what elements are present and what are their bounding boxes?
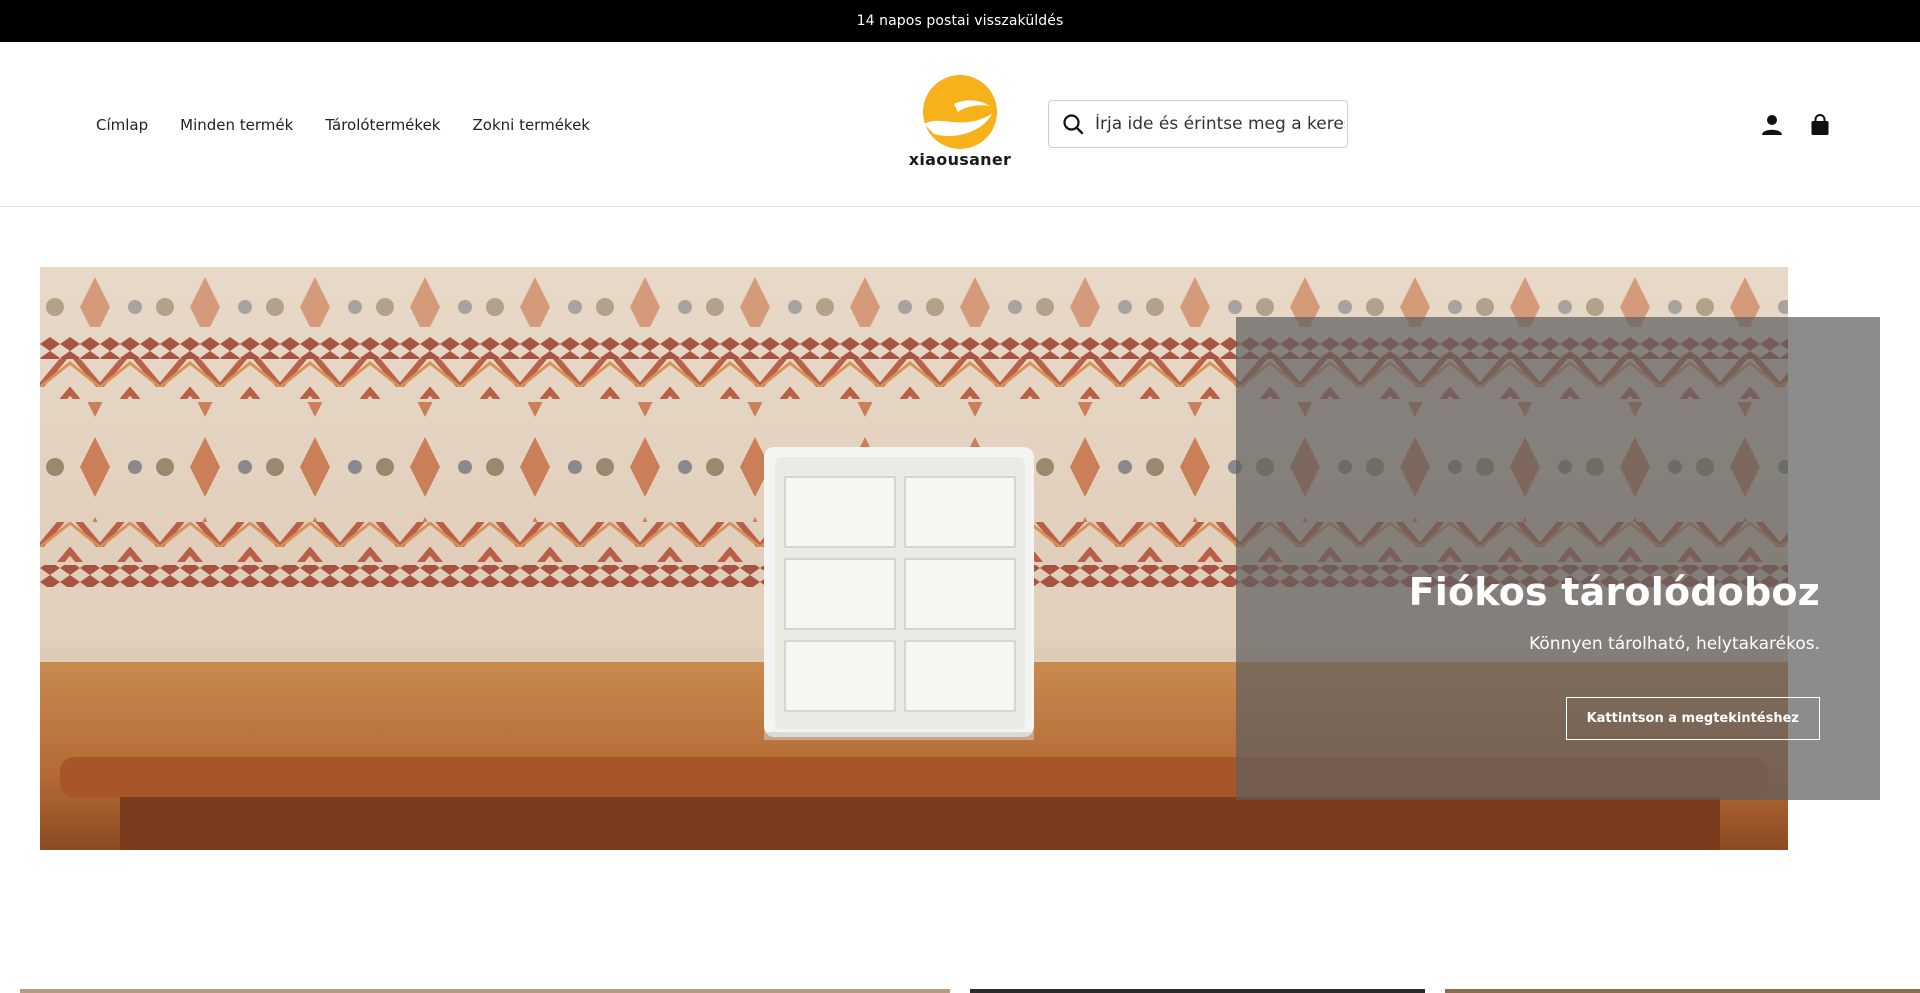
account-icon[interactable] [1759, 112, 1785, 138]
nav-item-storage-products[interactable]: Tárolótermékek [325, 116, 440, 134]
site-header: Címlap Minden termék Tárolótermékek Zokn… [0, 42, 1920, 207]
logo-mark [923, 75, 997, 149]
cart-icon[interactable] [1807, 112, 1833, 138]
main-nav: Címlap Minden termék Tárolótermékek Zokn… [96, 42, 590, 207]
announcement-text: 14 napos postai visszaküldés [856, 13, 1064, 29]
search-icon[interactable] [1061, 112, 1085, 136]
site-logo[interactable]: xiaousaner [908, 74, 1012, 174]
person-icon [1762, 115, 1782, 135]
announcement-bar: 14 napos postai visszaküldés [0, 0, 1920, 42]
hero-title: Fiókos tárolódoboz [1408, 570, 1820, 614]
product-card-peek[interactable] [20, 989, 950, 993]
search-box[interactable] [1048, 100, 1348, 148]
product-card-peek[interactable] [970, 989, 1425, 993]
search-input[interactable] [1095, 114, 1345, 134]
hero-subtitle: Könnyen tárolható, helytakarékos. [1529, 634, 1820, 654]
logo-text: xiaousaner [908, 150, 1012, 169]
shopping-bag-icon [1811, 114, 1829, 135]
hero-cta-button[interactable]: Kattintson a megtekintéshez [1565, 697, 1820, 740]
product-card-peek[interactable] [1445, 989, 1920, 993]
nav-item-sock-products[interactable]: Zokni termékek [472, 116, 590, 134]
nav-item-all-products[interactable]: Minden termék [180, 116, 293, 134]
nav-item-home[interactable]: Címlap [96, 116, 148, 134]
